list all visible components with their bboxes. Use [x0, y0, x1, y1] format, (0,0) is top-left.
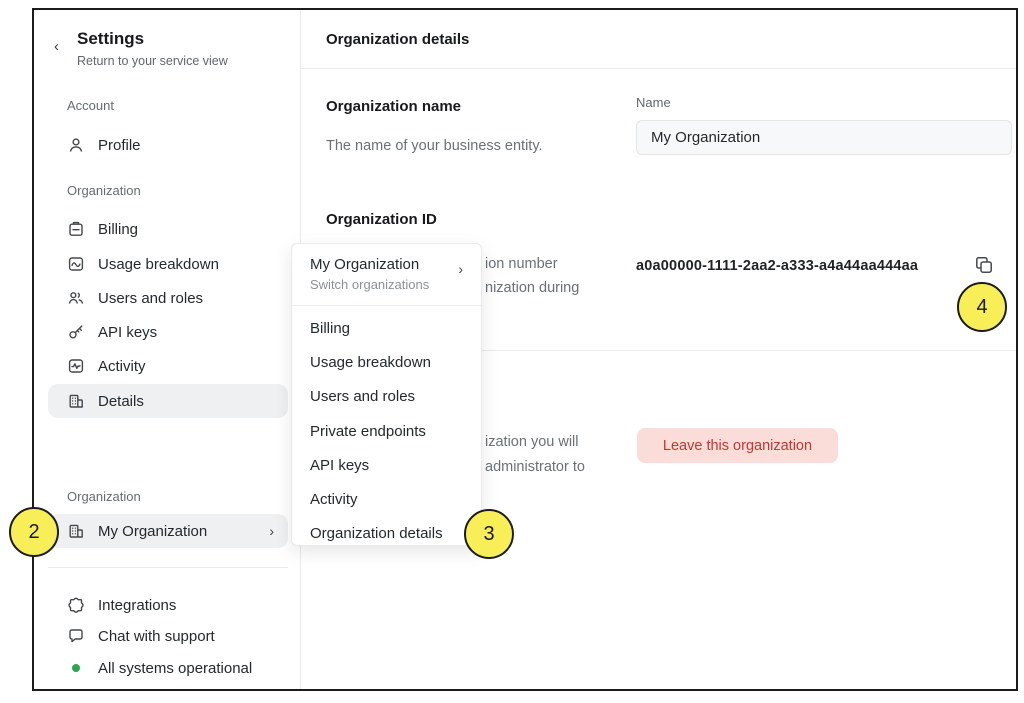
sidebar-item-api-keys[interactable]: API keys	[48, 315, 288, 349]
org-id-description-visible: ion number nization during	[485, 252, 579, 300]
dropdown-item-activity[interactable]: Activity	[292, 482, 481, 516]
sidebar-item-label: Profile	[98, 137, 141, 154]
leave-desc-line2: administrator to	[485, 459, 585, 475]
annotation-callout-3: 3	[464, 509, 514, 559]
dropdown-item-users-and-roles[interactable]: Users and roles	[292, 380, 481, 414]
sidebar-item-label: Activity	[98, 358, 146, 375]
org-id-desc-line2: nization during	[485, 280, 579, 296]
sidebar-item-users-and-roles[interactable]: Users and roles	[48, 281, 288, 315]
sidebar-item-label: All systems operational	[98, 660, 252, 677]
dropdown-title: My Organization	[310, 256, 419, 273]
dropdown-item-usage-breakdown[interactable]: Usage breakdown	[292, 345, 481, 379]
puzzle-icon	[67, 596, 85, 614]
section-header-account: Account	[67, 98, 114, 113]
sidebar-item-profile[interactable]: Profile	[48, 128, 288, 162]
organization-name-input[interactable]	[636, 120, 1012, 155]
sidebar-subtitle[interactable]: Return to your service view	[77, 54, 228, 68]
chevron-right-icon: ›	[458, 261, 463, 277]
name-field-label: Name	[636, 95, 671, 110]
key-icon	[67, 323, 85, 341]
sidebar-item-label: Usage breakdown	[98, 256, 219, 273]
people-icon	[67, 289, 85, 307]
dropdown-item-organization-details[interactable]: Organization details	[292, 517, 481, 551]
page-title: Organization details	[326, 31, 469, 48]
org-id-title: Organization ID	[326, 211, 437, 228]
copy-icon[interactable]	[973, 255, 995, 277]
leave-desc-line1: ization you will	[485, 434, 579, 450]
sidebar-item-label: Integrations	[98, 597, 176, 614]
sidebar-item-label: My Organization	[98, 523, 207, 540]
sidebar-divider	[48, 567, 288, 568]
org-name-title: Organization name	[326, 98, 461, 115]
organization-dropdown-menu: My Organization Switch organizations › B…	[291, 243, 482, 546]
org-name-description: The name of your business entity.	[326, 138, 543, 154]
sidebar-item-my-organization[interactable]: My Organization ›	[48, 514, 288, 548]
dropdown-item-private-endpoints[interactable]: Private endpoints	[292, 414, 481, 448]
dropdown-item-billing[interactable]: Billing	[292, 311, 481, 345]
building-icon	[67, 392, 85, 410]
annotation-callout-4: 4	[957, 282, 1007, 332]
pulse-square-icon	[67, 357, 85, 375]
app-window: ‹ Settings Return to your service view A…	[32, 8, 1018, 691]
org-id-desc-line1: ion number	[485, 256, 558, 272]
settings-sidebar: ‹ Settings Return to your service view A…	[34, 10, 300, 689]
dropdown-header-my-organization[interactable]: My Organization Switch organizations ›	[292, 244, 481, 305]
section-header-organization-switcher: Organization	[67, 489, 141, 504]
sidebar-title: Settings	[77, 29, 144, 49]
sidebar-item-integrations[interactable]: Integrations	[48, 590, 288, 620]
dropdown-item-api-keys[interactable]: API keys	[292, 448, 481, 482]
speech-bubble-icon	[67, 627, 85, 645]
sidebar-item-label: Details	[98, 393, 144, 410]
sidebar-item-usage-breakdown[interactable]: Usage breakdown	[48, 247, 288, 281]
dropdown-subtitle: Switch organizations	[310, 277, 429, 292]
sidebar-item-label: Billing	[98, 221, 138, 238]
sidebar-item-chat-support[interactable]: Chat with support	[48, 621, 288, 651]
building-icon	[67, 522, 85, 540]
sidebar-item-activity[interactable]: Activity	[48, 349, 288, 383]
sidebar-item-label: API keys	[98, 324, 157, 341]
chevron-left-icon[interactable]: ‹	[54, 38, 59, 55]
header-divider	[301, 68, 1016, 69]
chevron-right-icon: ›	[269, 523, 274, 539]
sidebar-item-details[interactable]: Details	[48, 384, 288, 418]
leave-organization-button[interactable]: Leave this organization	[637, 428, 838, 463]
sidebar-item-system-status[interactable]: All systems operational	[48, 653, 288, 683]
organization-id-value: a0a00000-1111-2aa2-a333-a4a44aa444aa	[636, 258, 918, 274]
green-dot-icon	[72, 664, 80, 672]
section-header-organization: Organization	[67, 183, 141, 198]
sidebar-item-label: Chat with support	[98, 628, 215, 645]
receipt-icon	[67, 220, 85, 238]
screenshot-stage: ‹ Settings Return to your service view A…	[0, 0, 1024, 703]
sidebar-item-label: Users and roles	[98, 290, 203, 307]
annotation-callout-2: 2	[9, 507, 59, 557]
chart-wave-icon	[67, 255, 85, 273]
person-icon	[67, 136, 85, 154]
sidebar-item-billing[interactable]: Billing	[48, 212, 288, 246]
leave-description-visible: ization you will administrator to	[485, 430, 585, 480]
